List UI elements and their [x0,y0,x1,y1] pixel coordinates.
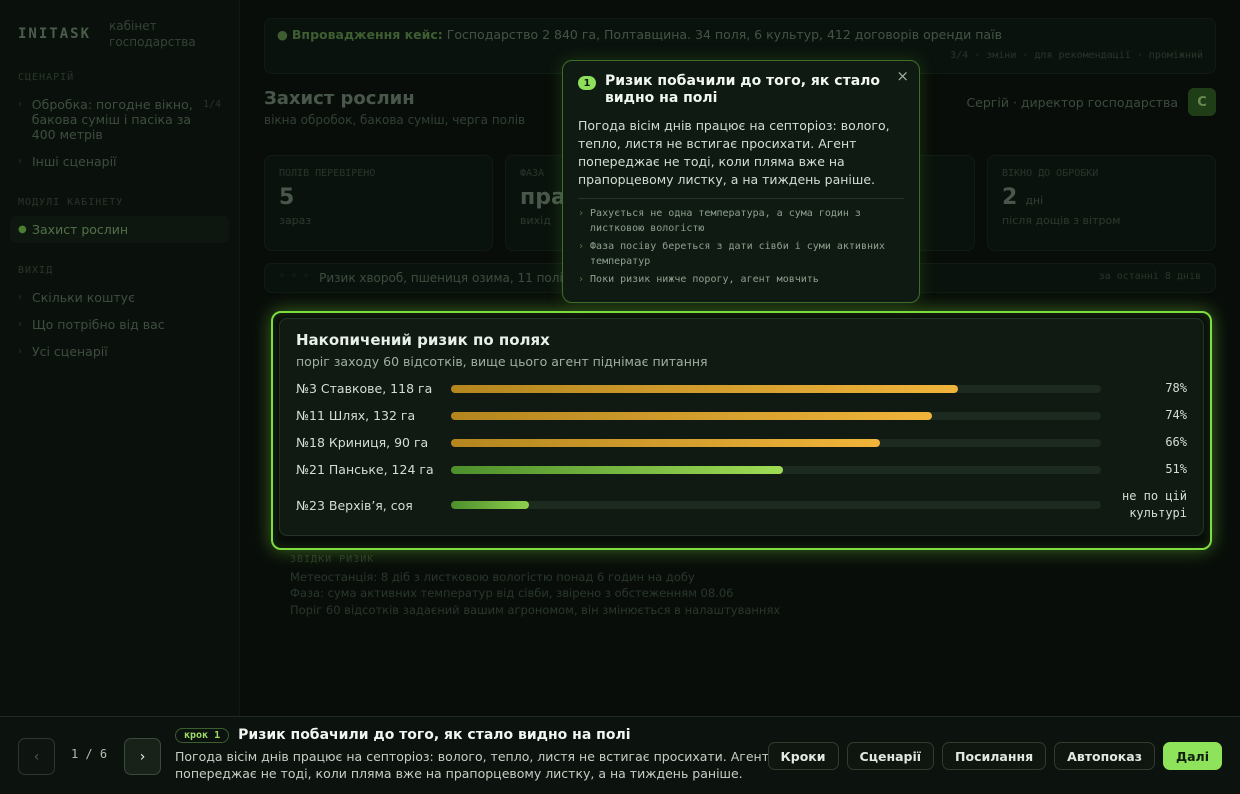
close-icon[interactable]: × [896,67,909,85]
bullet-text: Рахується не одна температура, а сума го… [590,208,861,234]
step-pager: 1 / 6 [70,747,108,761]
risk-bar-track [451,411,1101,420]
chevron-right-icon: › [578,274,585,285]
risk-rows: №3 Ставкове, 118 га 78% №11 Шлях, 132 га 74… [296,375,1187,527]
tooltip-bullet: › Фаза посіву береться з дати сівби і сум… [578,239,904,269]
risk-card-subtitle: поріг заходу 60 відсотків, вище цього аг… [296,354,708,369]
risk-value: не по цій культурі [1121,489,1187,520]
risk-row: №3 Ставкове, 118 га 78% [296,375,1187,402]
step-description: Погода вісім днів працює на септоріоз: в… [175,749,770,781]
risk-value: 51% [1165,462,1187,476]
bullet-text: Поки ризик нижче порогу, агент мовчить [590,274,819,285]
step-title: Ризик побачили до того, як стало видно н… [238,727,631,743]
risk-bar-fill [451,438,880,447]
next-step-button[interactable]: › [124,738,161,775]
risk-bar-fill [451,411,932,420]
tooltip-bullet: › Поки ризик нижче порогу, агент мовчить [578,272,904,287]
bullet-text: Фаза посіву береться з дати сівби і суми… [590,241,886,267]
next-button[interactable]: Далі [1162,742,1222,770]
risk-bar-track [451,501,1101,509]
risk-row: №21 Панське, 124 га 51% [296,456,1187,483]
risk-value: 78% [1165,381,1187,395]
chevron-right-icon: › [578,208,585,219]
risk-value: 74% [1165,408,1187,422]
links-button[interactable]: Посилання [942,742,1047,770]
prev-step-button[interactable]: ‹ [18,738,55,775]
risk-row: №18 Криниця, 90 га 66% [296,429,1187,456]
step-badge: крок 1 [175,727,230,743]
risk-field-name: №18 Криниця, 90 га [296,435,429,450]
tour-actions: Кроки Сценарії Посилання Автопоказ Далі [767,742,1222,770]
tooltip-body: Погода вісім днів працює на септоріоз: в… [578,118,890,187]
chevron-right-icon: › [578,241,585,252]
divider [578,198,904,199]
step-number-badge: 1 [578,76,596,90]
risk-bar-fill [451,501,529,509]
step-info: крок 1 Ризик побачили до того, як стало … [175,727,775,782]
risk-bar-track [451,384,1101,393]
risk-bar-fill [451,465,783,474]
risk-field-name: №23 Верхів’я, соя [296,497,413,513]
chevron-left-icon: ‹ [33,748,40,765]
risk-value: 66% [1165,435,1187,449]
scenarios-button[interactable]: Сценарії [846,742,935,770]
tour-tooltip: 1 Ризик побачили до того, як стало видно… [562,60,920,303]
risk-bar-track [451,438,1101,447]
tooltip-bullet: › Рахується не одна температура, а сума г… [578,206,904,236]
risk-bar-track [451,465,1101,474]
tour-bottom-bar: ‹ 1 / 6 › крок 1 Ризик побачили до того,… [0,716,1240,794]
tooltip-header: 1 Ризик побачили до того, як стало видно… [578,73,904,107]
chevron-right-icon: › [139,748,146,765]
risk-field-name: №3 Ставкове, 118 га [296,381,433,396]
risk-card: Накопичений ризик по полях поріг заходу … [279,318,1204,536]
risk-field-name: №11 Шлях, 132 га [296,408,416,423]
autoplay-button[interactable]: Автопоказ [1054,742,1155,770]
risk-row: №23 Верхів’я, соя не по цій культурі [296,483,1187,527]
risk-row: №11 Шлях, 132 га 74% [296,402,1187,429]
tooltip-title: Ризик побачили до того, як стало видно н… [605,73,881,106]
steps-button[interactable]: Кроки [767,742,839,770]
risk-card-title: Накопичений ризик по полях [296,331,550,349]
risk-bar-fill [451,384,958,393]
risk-field-name: №21 Панське, 124 га [296,462,434,477]
